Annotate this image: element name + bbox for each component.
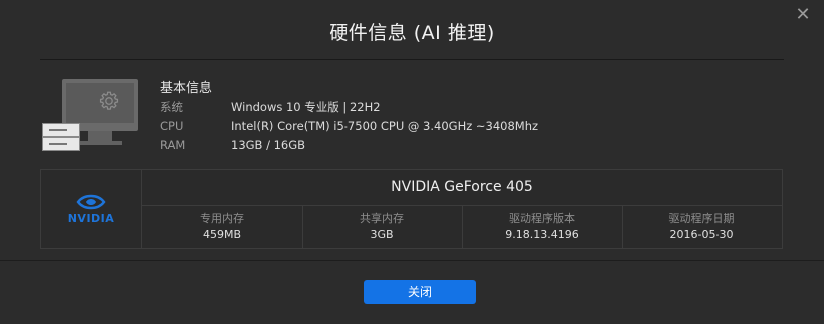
driver-date-cell: 驱动程序日期 2016-05-30: [622, 206, 781, 248]
basic-info-heading: 基本信息: [160, 81, 213, 96]
nvidia-logo: NVIDIA: [41, 170, 142, 248]
shared-memory-label: 共享内存: [360, 212, 404, 225]
shared-memory-cell: 共享内存 3GB: [302, 206, 463, 248]
driver-version-label: 驱动程序版本: [509, 212, 575, 225]
nvidia-wordmark: NVIDIA: [67, 212, 115, 225]
shared-memory-value: 3GB: [370, 228, 394, 241]
dialog-title: 硬件信息 (AI 推理): [329, 22, 495, 44]
hardware-info-dialog: 硬件信息 (AI 推理) ✕ 基本信息 系统 Windows 10 专业版 | …: [0, 0, 824, 324]
close-icon[interactable]: ✕: [794, 6, 812, 24]
driver-date-value: 2016-05-30: [669, 228, 734, 241]
footer-divider: [0, 260, 824, 261]
driver-version-value: 9.18.13.4196: [505, 228, 579, 241]
system-value: Windows 10 专业版 | 22H2: [231, 100, 381, 114]
computer-illustration: [42, 79, 142, 151]
server-icon: [42, 123, 80, 137]
gpu-panel: NVIDIA NVIDIA GeForce 405 专用内存 459MB 共享内…: [40, 169, 783, 249]
cpu-label: CPU: [160, 119, 184, 133]
dedicated-memory-value: 459MB: [202, 228, 242, 241]
gear-icon: [99, 91, 119, 110]
driver-version-cell: 驱动程序版本 9.18.13.4196: [462, 206, 623, 248]
system-label: 系统: [160, 100, 183, 114]
ram-value: 13GB / 16GB: [231, 138, 306, 152]
driver-date-label: 驱动程序日期: [668, 212, 735, 225]
close-button[interactable]: 关闭: [364, 280, 476, 304]
gpu-name: NVIDIA GeForce 405: [142, 170, 782, 206]
gpu-details: 专用内存 459MB 共享内存 3GB 驱动程序版本 9.18.13.4196 …: [142, 206, 782, 248]
ram-label: RAM: [160, 138, 186, 152]
cpu-value: Intel(R) Core(TM) i5-7500 CPU @ 3.40GHz …: [231, 119, 539, 133]
title-divider: [40, 59, 784, 60]
dedicated-memory-label: 专用内存: [200, 212, 244, 225]
server-icon: [42, 137, 80, 151]
dedicated-memory-cell: 专用内存 459MB: [142, 206, 303, 248]
nvidia-eye-icon: [76, 194, 106, 210]
